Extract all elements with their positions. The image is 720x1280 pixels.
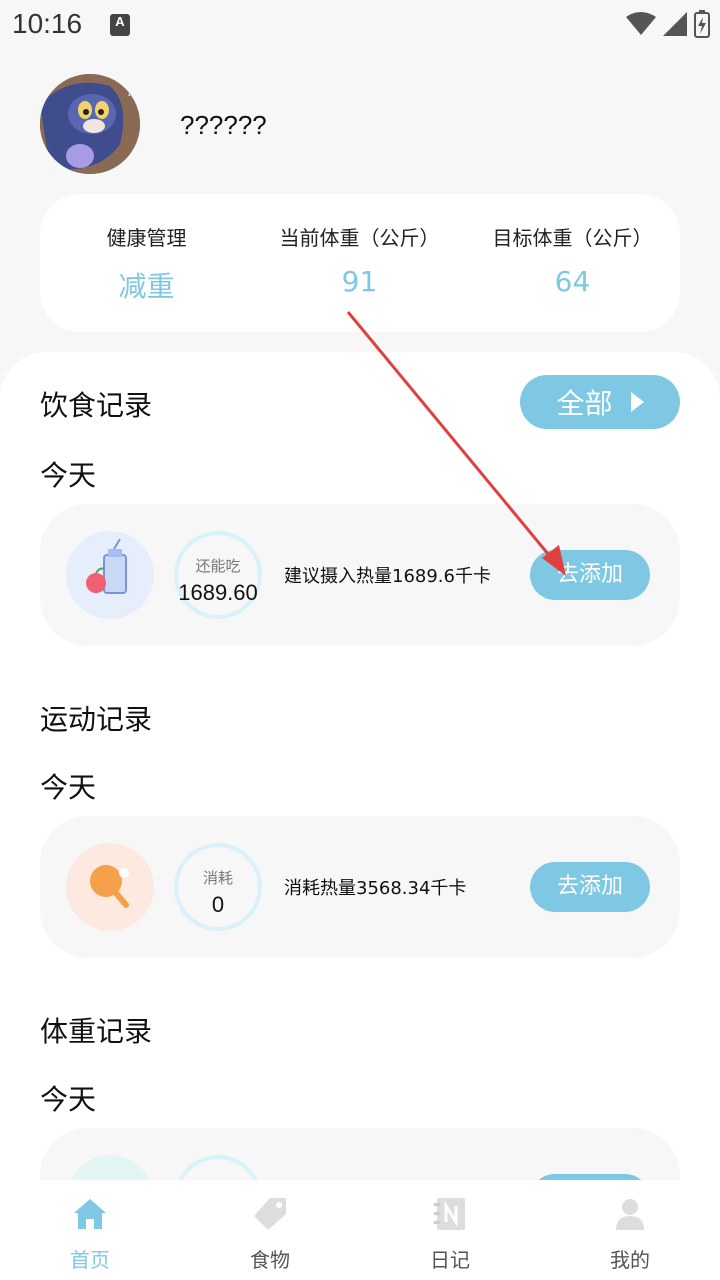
stat-current-weight[interactable]: 当前体重（公斤） 91	[253, 222, 466, 298]
tab-label: 日记	[430, 1248, 470, 1272]
tab-label: 食物	[250, 1248, 290, 1272]
ping-pong-icon	[66, 843, 154, 931]
stat-label: 健康管理	[106, 226, 187, 250]
stat-health-management[interactable]: 健康管理 减重	[40, 222, 253, 305]
exercise-add-button[interactable]: 去添加	[530, 862, 650, 912]
burned-calories-ring: 消耗 0	[174, 843, 262, 931]
stat-value: 91	[341, 265, 378, 298]
tab-home[interactable]: 首页	[40, 1196, 140, 1273]
notification-a-icon: A	[110, 14, 130, 36]
person-icon	[616, 1199, 644, 1230]
svg-text:?: ?	[126, 84, 133, 100]
ring-value: 0	[211, 892, 225, 917]
ring-value: 1689.60	[178, 580, 258, 605]
stat-value: 减重	[118, 270, 175, 303]
status-time: 10:16	[12, 8, 83, 39]
weight-section-title: 体重记录	[40, 1015, 153, 1048]
tab-mine[interactable]: 我的	[580, 1196, 680, 1273]
ring-label: 还能吃	[195, 557, 241, 575]
play-arrow-icon	[630, 392, 644, 412]
battery-icon	[694, 10, 710, 38]
tab-food[interactable]: 食物	[220, 1196, 320, 1273]
cell-signal-icon	[663, 12, 687, 36]
tab-diary[interactable]: 日记	[400, 1196, 500, 1273]
stats-card: 健康管理 减重 当前体重（公斤） 91 目标体重（公斤） 64	[40, 194, 680, 332]
status-icons	[626, 10, 710, 38]
status-bar: 10:16 A	[0, 0, 720, 50]
ring-label: 消耗	[202, 869, 233, 887]
tab-label: 首页	[70, 1248, 110, 1272]
bottom-tab-bar: 首页 食物 日记 我的	[0, 1180, 720, 1280]
diary-icon	[434, 1198, 465, 1230]
tab-label: 我的	[610, 1248, 650, 1272]
avatar-image: ?	[40, 74, 140, 174]
diet-add-button[interactable]: 去添加	[530, 550, 650, 600]
username: ??????	[180, 110, 267, 140]
avatar[interactable]: ?	[40, 74, 140, 174]
suggested-intake-text: 建议摄入热量1689.6千卡	[284, 566, 491, 587]
diet-section-title: 饮食记录	[40, 389, 153, 422]
tag-icon	[254, 1198, 286, 1230]
weight-today-label: 今天	[40, 1083, 97, 1116]
stat-value: 64	[554, 265, 591, 298]
stat-label: 当前体重（公斤）	[279, 226, 440, 250]
all-button-label: 全部	[556, 387, 613, 420]
diet-record-card: 还能吃 1689.60 建议摄入热量1689.6千卡 去添加	[40, 504, 680, 646]
exercise-section-title: 运动记录	[40, 703, 153, 736]
stat-target-weight[interactable]: 目标体重（公斤） 64	[466, 222, 679, 298]
exercise-record-card: 消耗 0 消耗热量3568.34千卡 去添加	[40, 816, 680, 958]
exercise-today-label: 今天	[40, 771, 97, 804]
wifi-icon	[626, 12, 656, 35]
all-records-button[interactable]: 全部	[520, 375, 680, 429]
burned-calories-text: 消耗热量3568.34千卡	[284, 878, 467, 899]
stat-label: 目标体重（公斤）	[492, 226, 653, 250]
diet-today-label: 今天	[40, 459, 97, 492]
food-icon	[66, 531, 154, 619]
remaining-calories-ring: 还能吃 1689.60	[174, 531, 262, 619]
home-icon	[74, 1199, 106, 1229]
